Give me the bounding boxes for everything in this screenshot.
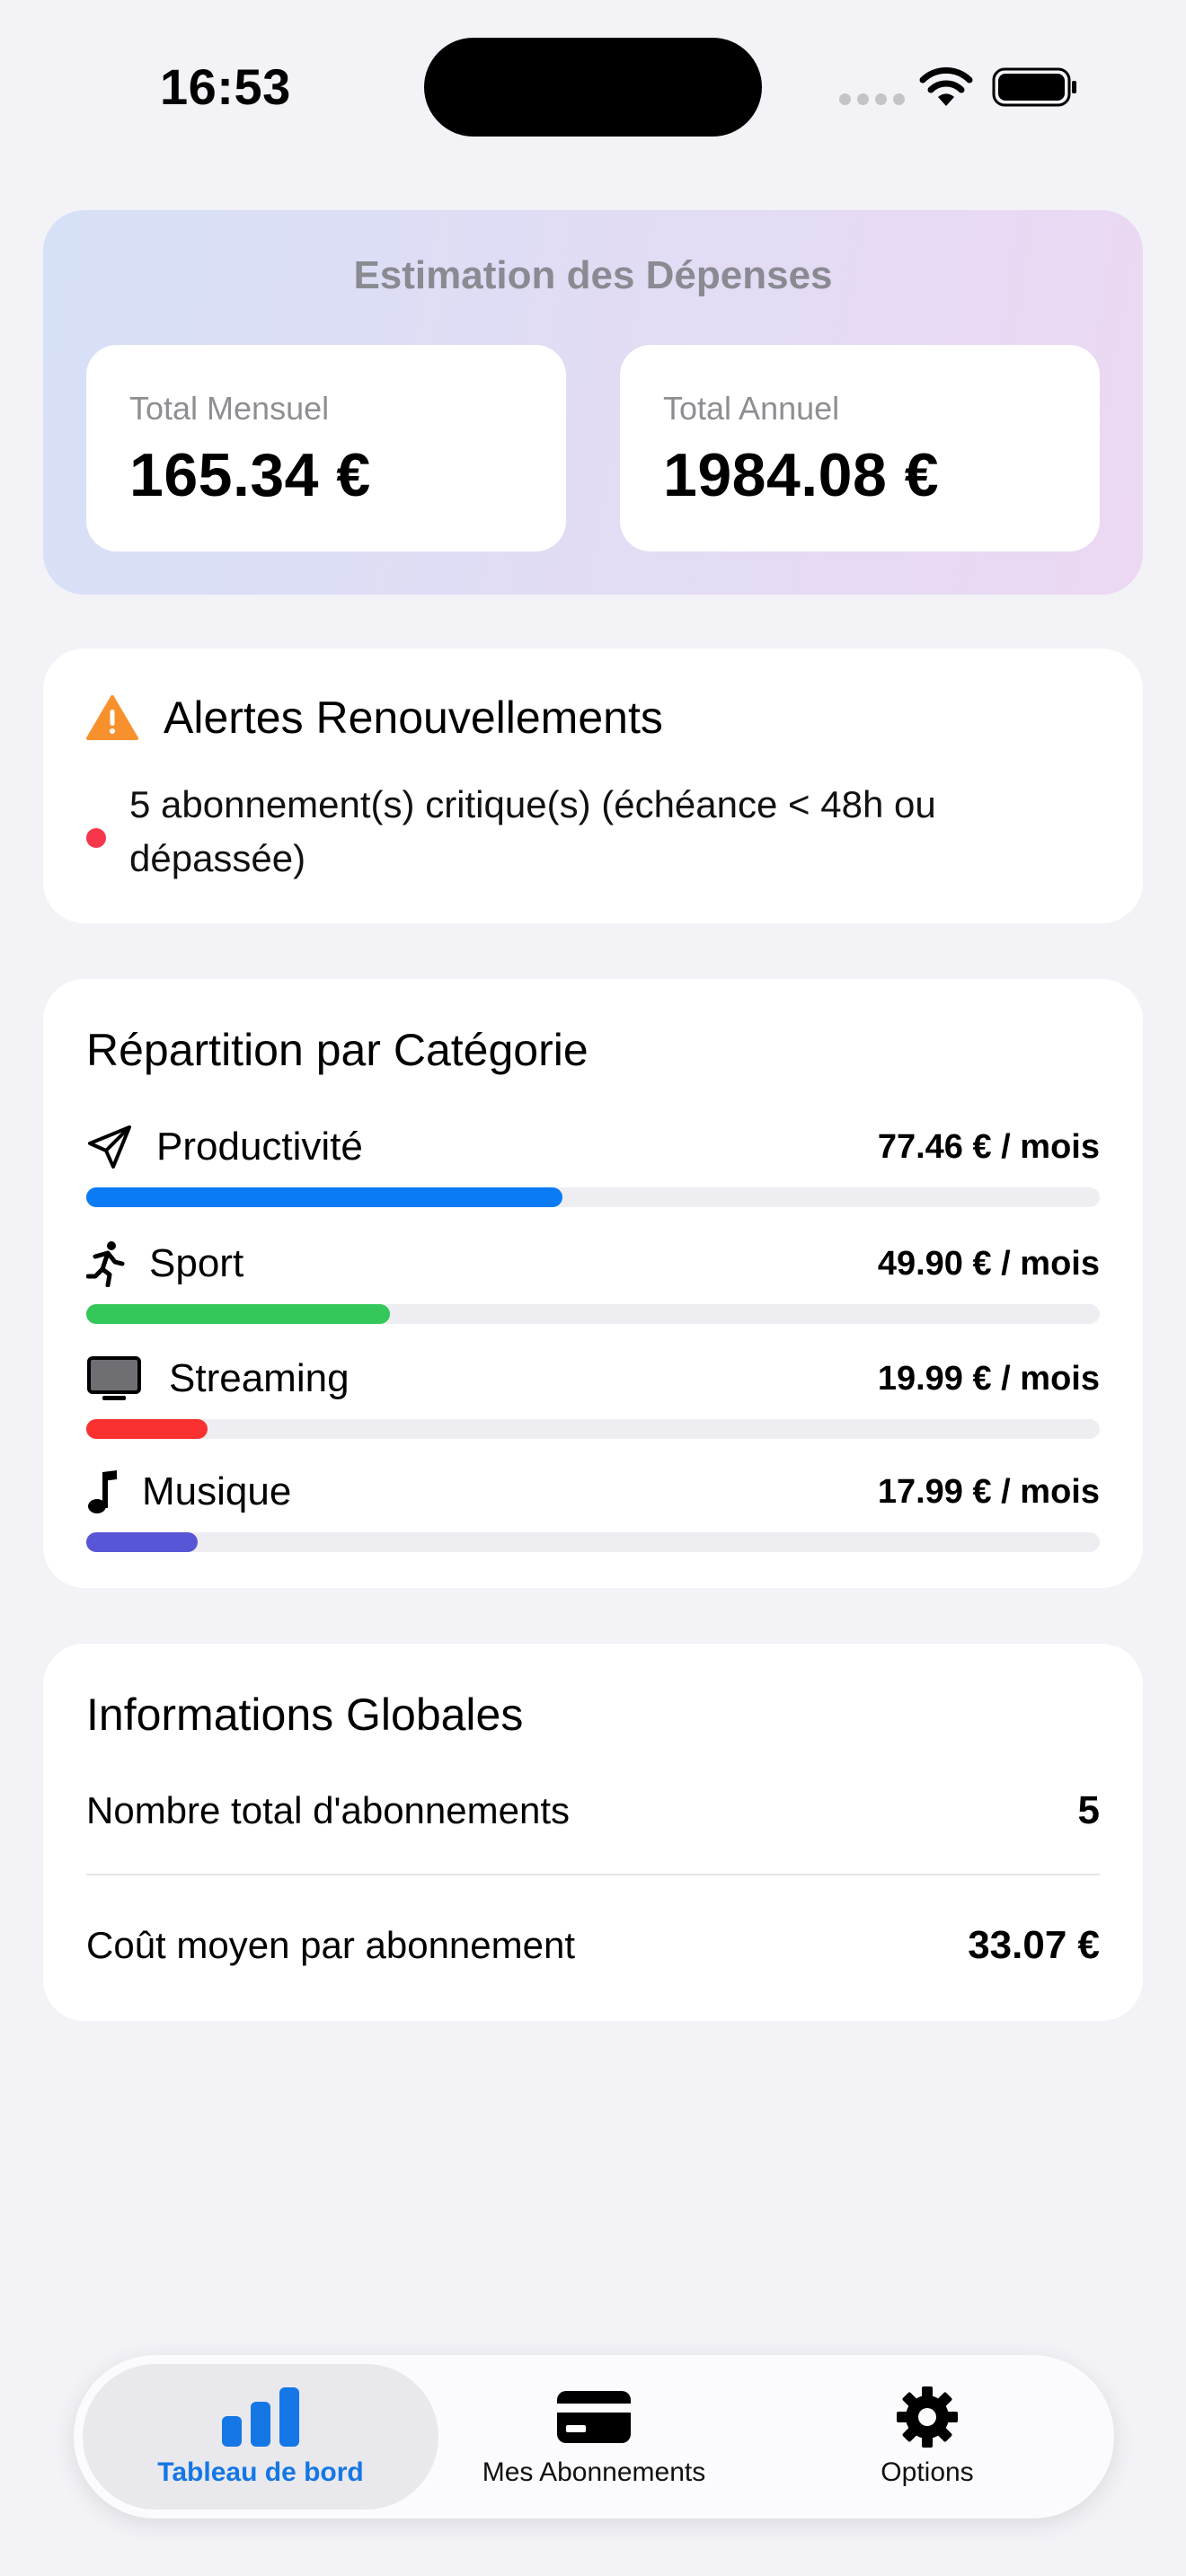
monthly-total-box: Total Mensuel 165.34 € [86, 345, 566, 551]
dynamic-island [424, 38, 762, 137]
gear-icon [897, 2386, 958, 2448]
tab-label: Tableau de bord [157, 2457, 364, 2487]
info-title: Informations Globales [86, 1689, 524, 1740]
category-progress-track [86, 1419, 1100, 1439]
credit-card-icon [557, 2391, 631, 2443]
alert-message: 5 abonnement(s) critique(s) (échéance < … [129, 783, 936, 879]
alerts-title: Alertes Renouvellements [164, 693, 663, 743]
category-name: Musique [142, 1469, 292, 1513]
critical-dot [86, 828, 106, 848]
estimate-title: Estimation des Dépenses [353, 253, 833, 297]
category-productivity: Productivité 77.46 € / mois [86, 1119, 1100, 1207]
subscription-count-value: 5 [1077, 1788, 1100, 1832]
cellular-signal-icon [839, 93, 905, 105]
average-cost-label: Coût moyen par abonnement [86, 1924, 576, 1966]
annual-total-box: Total Annuel 1984.08 € [620, 345, 1100, 551]
tv-icon [86, 1355, 142, 1402]
category-progress-track [86, 1532, 1100, 1552]
subscription-count-row: Nombre total d'abonnements 5 [86, 1784, 1100, 1838]
alerts-header: Alertes Renouvellements [86, 692, 663, 744]
category-progress-track [86, 1187, 1100, 1207]
average-cost-value: 33.07 € [968, 1923, 1100, 1967]
running-person-icon [86, 1240, 126, 1287]
categories-title: Répartition par Catégorie [86, 1025, 589, 1075]
tab-label: Options [881, 2457, 974, 2487]
wifi-icon [919, 66, 973, 106]
category-progress-fill [86, 1187, 563, 1207]
renewal-alerts-card[interactable]: Alertes Renouvellements 5 abonnement(s) … [43, 648, 1143, 923]
annual-total-label: Total Annuel [663, 390, 840, 427]
music-note-icon [86, 1469, 119, 1515]
category-streaming: Streaming 19.99 € / mois [86, 1351, 1100, 1439]
category-amount: 49.90 € / mois [877, 1244, 1100, 1283]
category-name: Productivité [156, 1125, 363, 1169]
average-cost-row: Coût moyen par abonnement 33.07 € [86, 1919, 1100, 1972]
warning-triangle-icon [86, 695, 138, 740]
category-sport: Sport 49.90 € / mois [86, 1236, 1100, 1324]
category-progress-fill [86, 1419, 208, 1439]
tab-subscriptions[interactable]: Mes Abonnements [416, 2364, 772, 2510]
category-breakdown-card: Répartition par Catégorie Productivité 7… [43, 979, 1143, 1588]
category-name: Streaming [169, 1356, 350, 1400]
category-amount: 77.46 € / mois [877, 1127, 1100, 1166]
dashboard-screen: 16:53 Estimation des Dépenses Total Mens… [0, 0, 1186, 2576]
bar-chart-icon [222, 2387, 299, 2447]
category-progress-fill [86, 1532, 199, 1552]
category-progress-track [86, 1304, 1100, 1324]
monthly-total-value: 165.34 € [129, 441, 371, 509]
category-name: Sport [149, 1241, 244, 1285]
battery-icon [992, 67, 1076, 107]
tab-label: Mes Abonnements [482, 2457, 706, 2487]
annual-total-value: 1984.08 € [663, 441, 940, 509]
category-amount: 17.99 € / mois [877, 1472, 1100, 1511]
tab-dashboard[interactable]: Tableau de bord [83, 2364, 438, 2510]
subscription-count-label: Nombre total d'abonnements [86, 1789, 571, 1831]
tab-bar: Tableau de bord Mes Abonnements Options [74, 2355, 1114, 2519]
tab-options[interactable]: Options [749, 2364, 1105, 2510]
paper-plane-icon [86, 1124, 133, 1170]
status-time: 16:53 [160, 58, 291, 115]
category-progress-fill [86, 1304, 391, 1324]
global-info-card: Informations Globales Nombre total d'abo… [43, 1644, 1143, 2021]
info-divider [86, 1874, 1100, 1875]
category-amount: 19.99 € / mois [877, 1359, 1100, 1398]
estimate-card: Estimation des Dépenses Total Mensuel 16… [43, 210, 1143, 595]
monthly-total-label: Total Mensuel [129, 390, 330, 427]
category-music: Musique 17.99 € / mois [86, 1464, 1100, 1552]
